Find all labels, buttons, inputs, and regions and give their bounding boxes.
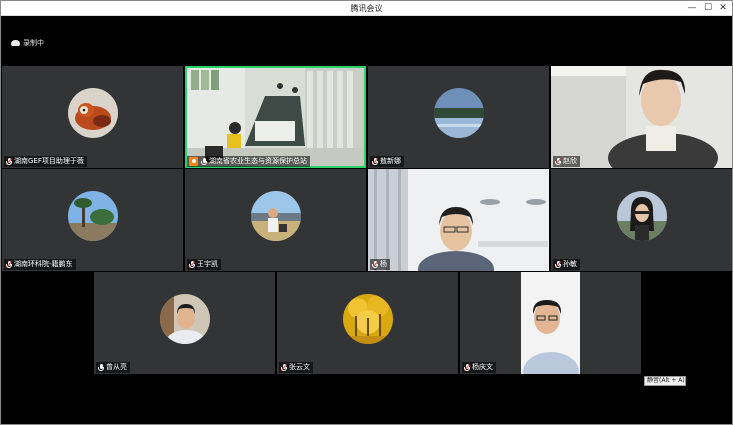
participant-nametag: 湖南省农业生态与资源保护总站 xyxy=(187,156,310,167)
participant-tile[interactable]: 湖南环科院-籍鹏东 xyxy=(2,169,183,271)
mic-muted-icon xyxy=(188,260,196,269)
participant-name: 杨 xyxy=(380,260,387,268)
video-frame xyxy=(185,66,366,168)
participant-nametag: 杨庆文 xyxy=(462,362,496,373)
participant-nametag: 王宇凯 xyxy=(187,259,221,270)
participant-tile[interactable]: 王宇凯 xyxy=(185,169,366,271)
participant-name: 王宇凯 xyxy=(197,260,218,268)
participant-name: 赵欣 xyxy=(563,157,577,165)
window-title: 腾讯会议 xyxy=(350,4,383,13)
mic-muted-icon xyxy=(554,260,562,269)
participant-name: 湖南省农业生态与资源保护总站 xyxy=(209,157,307,165)
participant-video-tile[interactable]: 赵欣 xyxy=(551,66,732,168)
participant-video-tile[interactable]: 湖南省农业生态与资源保护总站 xyxy=(185,66,366,168)
participant-video-tile[interactable]: 杨 xyxy=(368,169,549,271)
mic-muted-icon xyxy=(5,260,13,269)
avatar xyxy=(68,191,118,241)
participant-nametag: 杨 xyxy=(370,259,390,270)
participant-tile[interactable]: 敖新娜 xyxy=(368,66,549,168)
participant-video-tile[interactable]: 杨庆文 xyxy=(460,272,641,374)
video-frame xyxy=(551,66,732,168)
video-frame xyxy=(460,272,641,374)
participant-tile[interactable]: 湖南GEF项目助理于薇 xyxy=(2,66,183,168)
video-frame xyxy=(368,169,549,271)
host-icon xyxy=(189,157,198,166)
mute-shortcut-tooltip: 静音(Alt + A) xyxy=(644,376,686,386)
participant-name: 张云文 xyxy=(289,363,310,371)
mic-muted-icon xyxy=(554,157,562,166)
participant-name: 杨庆文 xyxy=(472,363,493,371)
participant-nametag: 敖新娜 xyxy=(370,156,404,167)
participant-tile[interactable]: 曾从亮 xyxy=(94,272,275,374)
participant-name: 孙敏 xyxy=(563,260,577,268)
participant-tile[interactable]: 孙敏 xyxy=(551,169,732,271)
participant-name: 敖新娜 xyxy=(380,157,401,165)
avatar xyxy=(68,88,118,138)
participant-nametag: 张云文 xyxy=(279,362,313,373)
cloud-icon xyxy=(11,40,20,46)
participant-nametag: 湖南GEF项目助理于薇 xyxy=(4,156,87,167)
mic-icon xyxy=(98,363,104,372)
participant-name: 湖南GEF项目助理于薇 xyxy=(14,157,84,165)
close-button[interactable]: ✕ xyxy=(715,1,731,16)
mic-muted-icon xyxy=(371,260,379,269)
recording-label: 录制中 xyxy=(23,39,44,47)
minimize-button[interactable]: — xyxy=(684,1,700,16)
recording-indicator[interactable]: 录制中 xyxy=(11,38,44,48)
mic-active-icon xyxy=(201,157,207,166)
participant-nametag: 曾从亮 xyxy=(96,362,130,373)
title-bar: 腾讯会议 — ☐ ✕ xyxy=(1,1,732,16)
meeting-window: 腾讯会议 — ☐ ✕ 录制中 湖南GEF项目助理于薇 湖南省农业生态与资源保护总… xyxy=(0,0,733,425)
participant-nametag: 湖南环科院-籍鹏东 xyxy=(4,259,76,270)
avatar xyxy=(617,191,667,241)
participant-nametag: 赵欣 xyxy=(553,156,580,167)
maximize-button[interactable]: ☐ xyxy=(700,1,716,16)
participant-name: 湖南环科院-籍鹏东 xyxy=(14,260,73,268)
avatar xyxy=(251,191,301,241)
participant-tile[interactable]: 张云文 xyxy=(277,272,458,374)
avatar xyxy=(343,294,393,344)
mic-muted-icon xyxy=(463,363,471,372)
mic-muted-icon xyxy=(280,363,288,372)
participant-name: 曾从亮 xyxy=(106,363,127,371)
avatar xyxy=(434,88,484,138)
mic-muted-icon xyxy=(5,157,13,166)
avatar xyxy=(160,294,210,344)
mic-muted-icon xyxy=(371,157,379,166)
participant-nametag: 孙敏 xyxy=(553,259,580,270)
